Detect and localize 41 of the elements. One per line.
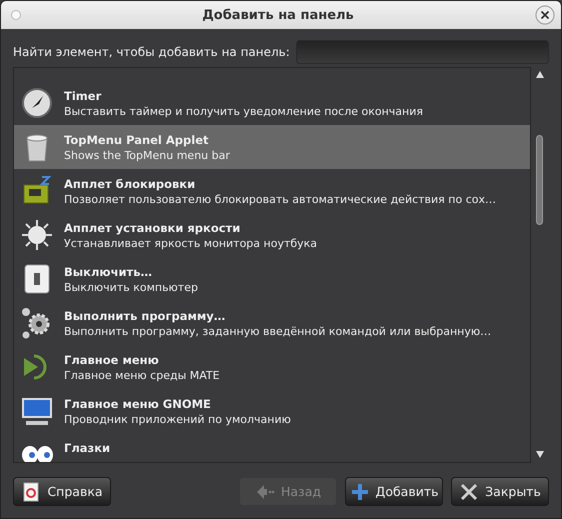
item-description: Выставить таймер и получить уведомление после окончания: [64, 104, 423, 118]
item-description: Выключить компьютер: [64, 280, 198, 294]
list-item[interactable]: Глазки: [14, 433, 530, 462]
scroll-up-icon[interactable]: [536, 71, 544, 79]
scrollbar-thumb[interactable]: [536, 135, 543, 225]
list-item[interactable]: Апплет установки яркости Устанавливает яркость монитора ноутбука: [14, 213, 530, 257]
close-icon: [459, 482, 480, 502]
list-item[interactable]: Главное меню GNOME Проводник приложений по умолчанию: [14, 389, 530, 433]
list-item[interactable]: Главное меню Главное меню среды MATE: [14, 345, 530, 389]
item-description: Позволяет пользователю блокировать автоматические действия по сох…: [64, 192, 496, 206]
item-description: Shows the TopMenu menu bar: [64, 148, 230, 162]
list-item[interactable]: TopMenu Panel Applet Shows the TopMenu menu bar: [14, 125, 530, 169]
item-title: Выключить…: [64, 264, 153, 278]
close-button[interactable]: Закрыть: [451, 477, 549, 506]
window-title: Добавить на панель: [202, 8, 354, 22]
search-field[interactable]: [296, 40, 549, 64]
close-icon[interactable]: [535, 5, 555, 25]
list-item[interactable]: Выключить… Выключить компьютер: [14, 257, 530, 301]
search-label: Найти элемент, чтобы добавить на панель:: [13, 45, 290, 59]
item-title: Глазки: [64, 440, 110, 454]
item-description: Устанавливает яркость монитора ноутбука: [64, 236, 318, 250]
list-item[interactable]: Апплет блокировки Позволяет пользователю блокировать автоматические действия по сох…: [14, 169, 530, 213]
clock-icon: [20, 86, 54, 120]
sun-icon: [20, 218, 54, 252]
add-button[interactable]: Добавить: [345, 477, 443, 506]
item-title: Апплет блокировки: [64, 176, 196, 190]
add-icon: [350, 482, 370, 502]
item-title: TopMenu Panel Applet: [64, 132, 210, 146]
item-title: Апплет установки яркости: [64, 220, 242, 234]
help-icon: [21, 482, 42, 502]
help-button[interactable]: Справка: [13, 477, 111, 506]
item-description: Проводник приложений по умолчанию: [64, 412, 291, 426]
list-item[interactable]: Выполнить программу… Выполнить программу, заданную введённой командой или выбранную…: [14, 301, 530, 345]
item-description: Выполнить программу, заданную введённой командой или выбранную…: [64, 324, 492, 338]
scroll-down-icon[interactable]: [536, 451, 544, 459]
list-item[interactable]: Timer Выставить таймер и получить уведомление после окончания: [14, 81, 530, 125]
item-title: Главное меню GNOME: [64, 396, 212, 410]
item-description: Главное меню среды MATE: [64, 368, 220, 382]
item-title: Главное меню: [64, 352, 160, 366]
item-title: Выполнить программу…: [64, 308, 226, 322]
item-title: Timer: [64, 88, 102, 102]
